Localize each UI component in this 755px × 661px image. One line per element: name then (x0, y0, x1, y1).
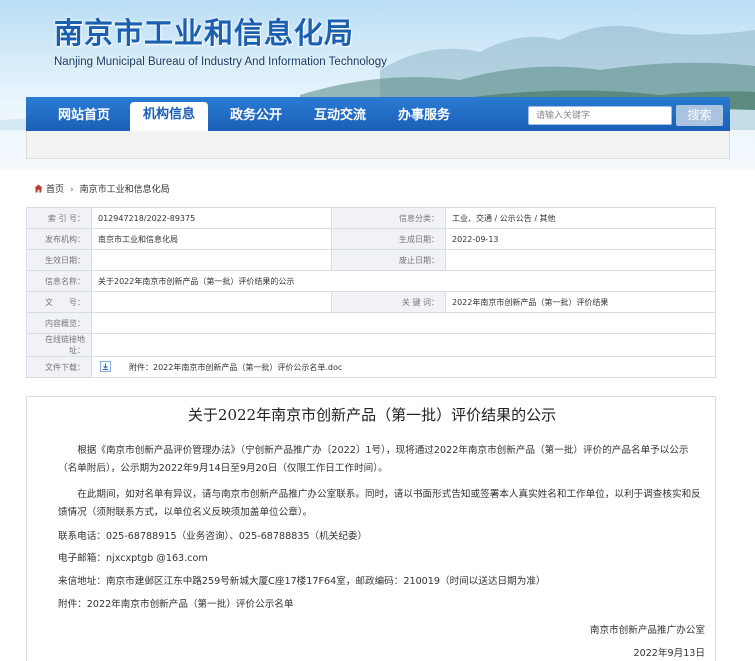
link-value (91, 333, 716, 357)
site-title: 南京市工业和信息化局 (54, 16, 355, 50)
download-icon[interactable] (100, 361, 111, 372)
search-placeholder: 请输入关键字 (536, 111, 591, 121)
category-value: 工业、交通 / 公示公告 / 其他 (445, 207, 716, 229)
article-body: 关于2022年南京市创新产品（第一批）评价结果的公示 根据《南京市创新产品评价管… (26, 396, 716, 661)
table-row: 文 号： 关 键 词： 2022年南京市创新产品（第一批）评价结果 (26, 291, 716, 313)
search-input[interactable]: 请输入关键字 (528, 106, 672, 125)
publisher-label: 发布机构： (26, 228, 92, 250)
nav-home[interactable]: 网站首页 (42, 97, 126, 131)
keywords-label: 关 键 词： (331, 291, 446, 313)
publisher-value: 南京市工业和信息化局 (91, 228, 332, 250)
table-row: 生效日期： 废止日期： (26, 249, 716, 271)
info-table: 索 引 号： 012947218/2022-89375 信息分类： 工业、交通 … (26, 207, 716, 378)
table-row: 信息名称： 关于2022年南京市创新产品（第一批）评价结果的公示 (26, 270, 716, 292)
nav-gov-affairs[interactable]: 政务公开 (214, 97, 298, 131)
category-label: 信息分类： (331, 207, 446, 229)
breadcrumb-home[interactable]: 首页 (46, 185, 64, 195)
nav-interaction[interactable]: 互动交流 (298, 97, 382, 131)
chevron-right-icon: › (70, 185, 74, 195)
contact-phone: 联系电话：025-68788915（业务咨询）、025-68788835（机关纪… (58, 531, 368, 542)
table-row: 内容概览： (26, 312, 716, 334)
link-label: 在线链接地址： (26, 333, 92, 357)
table-row: 文件下载： 附件：2022年南京市创新产品（第一批）评价公示名单.doc (26, 356, 716, 378)
created-value: 2022-09-13 (445, 228, 716, 250)
attachment-note[interactable]: 附件：2022年南京市创新产品（第一批）评价公示名单 (58, 598, 293, 612)
sub-nav-bar (26, 131, 730, 159)
index-value: 012947218/2022-89375 (91, 207, 332, 229)
download-cell: 附件：2022年南京市创新产品（第一批）评价公示名单.doc (91, 356, 716, 378)
publish-date: 2022年9月13日 (633, 648, 705, 659)
download-link[interactable]: 附件：2022年南京市创新产品（第一批）评价公示名单.doc (129, 363, 342, 372)
search-button[interactable]: 搜索 (676, 105, 723, 126)
table-row: 在线链接地址： (26, 333, 716, 357)
breadcrumb-current[interactable]: 南京市工业和信息化局 (80, 185, 170, 195)
contact-email: 电子邮箱：njxcxptgb @163.com (58, 553, 208, 564)
summary-value (91, 312, 716, 334)
nav-services[interactable]: 办事服务 (382, 97, 466, 131)
summary-label: 内容概览： (26, 312, 92, 334)
keywords-value: 2022年南京市创新产品（第一批）评价结果 (445, 291, 716, 313)
article-paragraph: 在此期间，如对名单有异议，请与南京市创新产品推广办公室联系。同时，请以书面形式告… (58, 489, 701, 518)
name-value: 关于2022年南京市创新产品（第一批）评价结果的公示 (91, 270, 716, 292)
nav-org-info[interactable]: 机构信息 (130, 102, 208, 131)
article-title: 关于2022年南京市创新产品（第一批）评价结果的公示 (187, 406, 557, 424)
contact-address: 来信地址：南京市建邺区江东中路259号新城大厦C座17楼17F64室，邮政编码：… (58, 576, 546, 587)
download-label: 文件下载： (26, 356, 92, 378)
effective-label: 生效日期： (26, 249, 92, 271)
home-icon (34, 184, 43, 193)
name-label: 信息名称： (26, 270, 92, 292)
breadcrumb: 首页 › 南京市工业和信息化局 (34, 184, 170, 196)
table-row: 索 引 号： 012947218/2022-89375 信息分类： 工业、交通 … (26, 207, 716, 229)
index-label: 索 引 号： (26, 207, 92, 229)
expiry-value (445, 249, 716, 271)
site-subtitle: Nanjing Municipal Bureau of Industry And… (54, 56, 387, 68)
table-row: 发布机构： 南京市工业和信息化局 生成日期： 2022-09-13 (26, 228, 716, 250)
doc-value (91, 291, 332, 313)
expiry-label: 废止日期： (331, 249, 446, 271)
created-label: 生成日期： (331, 228, 446, 250)
signature: 南京市创新产品推广办公室 (589, 625, 705, 636)
doc-label: 文 号： (26, 291, 92, 313)
article-paragraph: 根据《南京市创新产品评价管理办法》（宁创新产品推广办〔2022〕1号），现将通过… (58, 445, 689, 474)
effective-value (91, 249, 332, 271)
